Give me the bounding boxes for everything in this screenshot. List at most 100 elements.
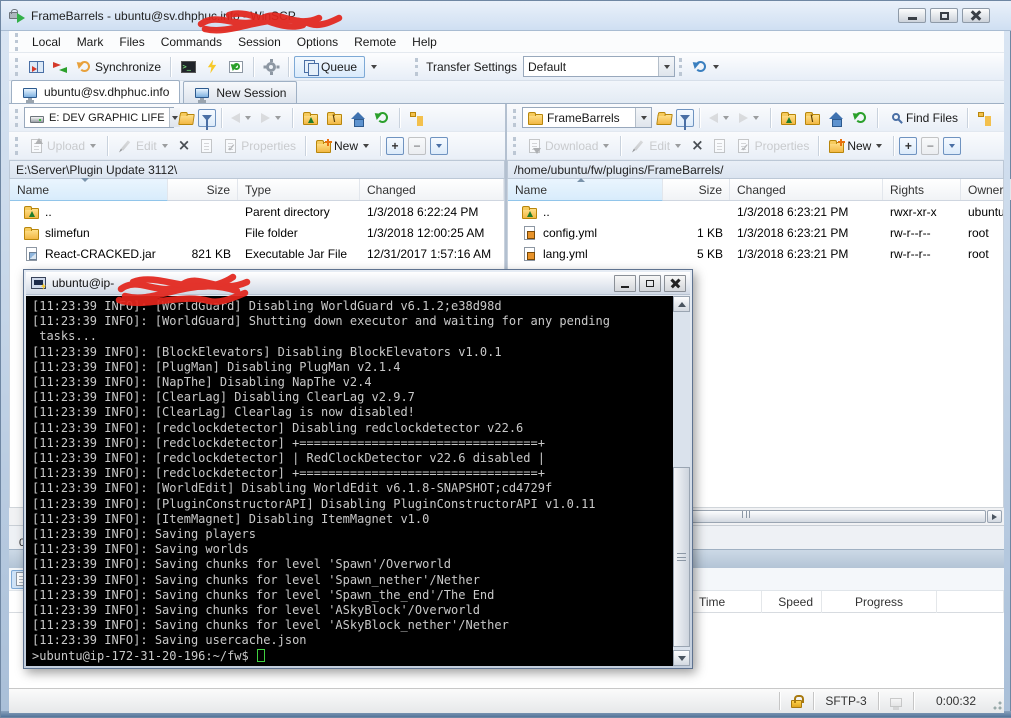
terminal-scrollbar[interactable] — [673, 296, 690, 666]
remote-filter-button[interactable] — [676, 108, 694, 130]
local-tree-view-button[interactable] — [405, 107, 429, 129]
remote-directory-select[interactable]: FrameBarrels — [522, 107, 652, 128]
local-unselect-button[interactable]: − — [408, 136, 427, 155]
menu-options[interactable]: Options — [289, 32, 346, 52]
local-forward-button[interactable] — [257, 110, 287, 126]
download-icon — [526, 138, 542, 154]
queue-column-speed[interactable]: Speed — [762, 591, 822, 613]
menu-local[interactable]: Local — [24, 32, 69, 52]
remote-parent-directory-button[interactable] — [776, 107, 800, 129]
local-refresh-button[interactable] — [370, 107, 394, 129]
synchronize-browsing-button[interactable] — [688, 56, 725, 78]
local-edit-button[interactable]: Edit — [113, 135, 174, 157]
download-button[interactable]: Download — [522, 135, 615, 157]
find-files-button[interactable]: Find Files — [883, 107, 962, 129]
remote-properties-button[interactable]: ✓ Properties — [732, 135, 814, 157]
local-open-directory-button[interactable] — [174, 107, 198, 129]
column-header-changed[interactable]: Changed — [730, 179, 883, 200]
protocol-segment[interactable]: SFTP-3 — [814, 689, 878, 713]
column-header-name[interactable]: Name — [508, 178, 663, 201]
file-row[interactable]: slimefun File folder 1/3/2018 12:00:25 A… — [10, 222, 504, 243]
remote-refresh-button[interactable] — [848, 107, 872, 129]
terminal-close-button[interactable] — [664, 274, 686, 292]
scroll-down-button[interactable] — [673, 650, 690, 666]
remote-root-directory-button[interactable] — [800, 107, 824, 129]
local-rename-button[interactable] — [194, 135, 218, 157]
refresh-session-button[interactable] — [224, 56, 248, 78]
terminal-minimize-button[interactable] — [614, 274, 636, 292]
column-header-size[interactable]: Size — [168, 179, 238, 200]
chevron-down-icon — [90, 143, 97, 148]
remote-forward-button[interactable] — [735, 110, 765, 126]
remote-unselect-button[interactable]: − — [921, 136, 940, 155]
file-row[interactable]: .. Parent directory 1/3/2018 6:22:24 PM — [10, 201, 504, 222]
open-console-button[interactable]: >_ — [176, 56, 200, 78]
encryption-segment[interactable] — [780, 689, 813, 713]
remote-path-bar[interactable]: /home/ubuntu/fw/plugins/FrameBarrels/ — [507, 160, 1004, 179]
scrollbar-thumb[interactable] — [673, 467, 690, 647]
file-row[interactable]: config.yml 1 KB 1/3/2018 6:23:21 PM rw-r… — [508, 222, 1003, 243]
synchronize-button[interactable]: Synchronize — [72, 56, 165, 78]
local-selection-menu-button[interactable] — [430, 136, 449, 155]
new-session-tab[interactable]: New Session — [183, 81, 298, 103]
queue-dropdown-button[interactable] — [365, 62, 383, 72]
terminal-console[interactable]: [11:23:39 INFO]: [WorldGuard] Disabling … — [26, 296, 673, 666]
column-header-rights[interactable]: Rights — [883, 179, 961, 200]
minimize-button[interactable] — [898, 8, 926, 23]
file-row[interactable]: React-CRACKED.jar 821 KB Executable Jar … — [10, 243, 504, 264]
resize-grip[interactable] — [992, 700, 1002, 710]
terminal-restore-button[interactable] — [639, 274, 661, 292]
file-row[interactable]: lang.yml 5 KB 1/3/2018 6:23:21 PM rw-r--… — [508, 243, 1003, 264]
remote-home-directory-button[interactable] — [824, 107, 848, 129]
queue-column-progress[interactable]: Progress — [822, 591, 937, 613]
commander-panels-button[interactable] — [24, 56, 48, 78]
remote-selection-menu-button[interactable] — [943, 136, 962, 155]
local-select-button[interactable]: + — [386, 136, 405, 155]
column-header-name[interactable]: Name — [10, 178, 168, 201]
remote-rename-button[interactable] — [708, 135, 732, 157]
session-tab[interactable]: ubuntu@sv.dhphuc.info — [11, 80, 181, 103]
local-delete-button[interactable]: × — [174, 135, 195, 156]
column-header-changed[interactable]: Changed — [360, 179, 504, 200]
upload-button[interactable]: Upload — [24, 135, 102, 157]
maximize-button[interactable] — [930, 8, 958, 23]
terminal-window[interactable]: ubuntu@ip- [11:23:39 INFO]: [WorldGuard]… — [23, 269, 693, 669]
column-header-type[interactable]: Type — [238, 179, 360, 200]
file-row[interactable]: .. 1/3/2018 6:23:21 PM rwxr-xr-x ubuntu — [508, 201, 1003, 222]
local-drive-select[interactable]: E: DEV GRAPHIC LIFE — [24, 107, 180, 128]
column-header-size[interactable]: Size — [663, 179, 730, 200]
menu-remote[interactable]: Remote — [346, 32, 404, 52]
terminal-title-bar[interactable]: ubuntu@ip- — [26, 272, 690, 295]
local-home-directory-button[interactable] — [346, 107, 370, 129]
queue-button[interactable]: Queue — [294, 55, 366, 78]
remote-tree-view-button[interactable] — [973, 107, 997, 129]
close-button[interactable] — [962, 8, 990, 23]
local-new-button[interactable]: New — [311, 135, 375, 157]
remote-select-button[interactable]: + — [899, 136, 918, 155]
scroll-up-button[interactable] — [673, 296, 690, 312]
column-header-owner[interactable]: Owner — [961, 179, 1011, 200]
menu-help[interactable]: Help — [404, 32, 445, 52]
remote-open-directory-button[interactable] — [652, 107, 676, 129]
menu-commands[interactable]: Commands — [153, 32, 230, 52]
scrollbar-right-arrow[interactable] — [987, 510, 1002, 523]
remote-new-button[interactable]: New — [824, 135, 888, 157]
remote-delete-button[interactable]: × — [687, 135, 708, 156]
local-filter-button[interactable] — [198, 108, 216, 130]
queue-column-time[interactable]: Time — [691, 591, 762, 613]
local-root-directory-button[interactable] — [322, 107, 346, 129]
local-parent-directory-button[interactable] — [298, 107, 322, 129]
custom-commands-button[interactable] — [200, 56, 224, 78]
remote-edit-button[interactable]: Edit — [626, 135, 687, 157]
local-properties-button[interactable]: ✓ Properties — [218, 135, 300, 157]
menu-mark[interactable]: Mark — [69, 32, 112, 52]
synchronize-directories-button[interactable] — [48, 56, 72, 78]
local-path-bar[interactable]: E:\Server\Plugin Update 3112\ — [9, 160, 505, 179]
menu-session[interactable]: Session — [230, 32, 289, 52]
transfer-settings-select[interactable]: Default — [523, 56, 676, 77]
menu-files[interactable]: Files — [111, 32, 152, 52]
preferences-button[interactable] — [259, 56, 283, 78]
local-back-button[interactable] — [227, 110, 257, 126]
remote-back-button[interactable] — [705, 110, 735, 126]
connection-segment[interactable] — [879, 689, 913, 713]
